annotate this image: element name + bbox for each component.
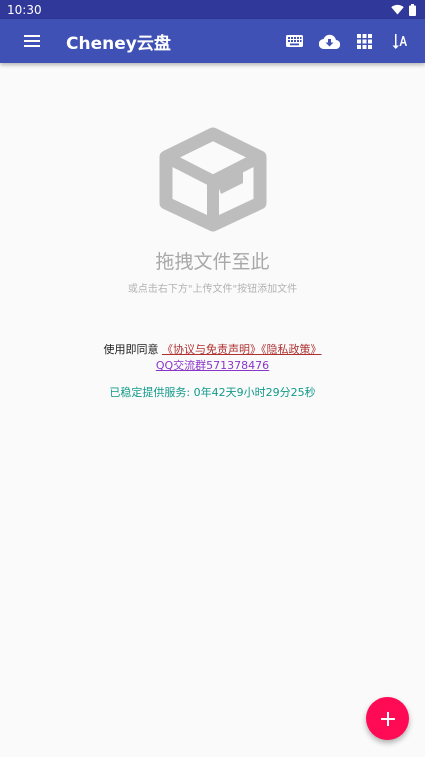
app-title: Cheney云盘 (66, 33, 171, 54)
grid-view-icon (357, 33, 372, 49)
privacy-policy-link[interactable]: 《隐私政策》 (261, 343, 322, 356)
status-time: 10:30 (7, 2, 42, 17)
plus-icon (380, 711, 395, 726)
status-icons (391, 3, 416, 16)
terms-link[interactable]: 《协议与免责声明》 (162, 343, 261, 356)
cloud-download-button[interactable] (312, 19, 347, 63)
app-bar: Cheney云盘 (0, 19, 425, 63)
qq-group-link[interactable]: QQ交流群571378476 (156, 359, 269, 372)
empty-state-title: 拖拽文件至此 (155, 251, 270, 273)
keyboard-icon (286, 35, 303, 47)
agreement-block: 使用即同意 《协议与免责声明》《隐私政策》 QQ交流群571378476 (0, 342, 425, 374)
menu-icon (24, 35, 40, 47)
empty-state: 拖拽文件至此 或点击右下方"上传文件"按钮添加文件 (0, 125, 425, 295)
uptime-text: 已稳定提供服务: 0年42天9小时29分25秒 (109, 386, 316, 399)
status-bar: 10:30 (0, 0, 425, 19)
qq-group-line: QQ交流群571378476 (0, 358, 425, 374)
app-bar-actions (277, 19, 417, 63)
wifi-icon (391, 4, 404, 15)
menu-button[interactable] (9, 19, 55, 63)
battery-icon (409, 3, 416, 16)
upload-fab-button[interactable] (366, 697, 409, 740)
empty-state-subtitle: 或点击右下方"上传文件"按钮添加文件 (127, 284, 298, 295)
package-box-icon (159, 127, 266, 232)
agreement-line: 使用即同意 《协议与免责声明》《隐私政策》 (0, 342, 425, 358)
sort-button[interactable] (382, 19, 417, 63)
keyboard-button[interactable] (277, 19, 312, 63)
sort-icon (392, 33, 407, 49)
cloud-download-icon (319, 34, 340, 49)
grid-view-button[interactable] (347, 19, 382, 63)
agreement-prefix: 使用即同意 (103, 343, 159, 356)
